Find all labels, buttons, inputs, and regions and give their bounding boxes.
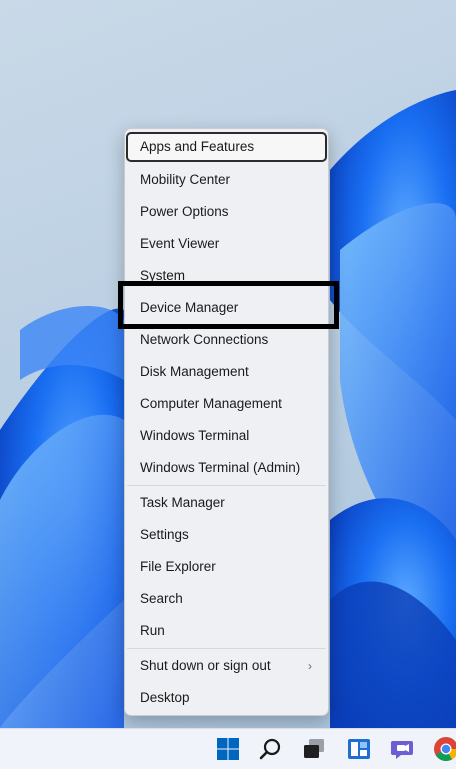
- teams-chat-icon[interactable]: [389, 735, 417, 763]
- menu-item-disk-management[interactable]: Disk Management: [127, 357, 326, 387]
- menu-item-mobility-center[interactable]: Mobility Center: [127, 165, 326, 195]
- menu-item-event-viewer[interactable]: Event Viewer: [127, 229, 326, 259]
- menu-item-power-options[interactable]: Power Options: [127, 197, 326, 227]
- menu-item-desktop[interactable]: Desktop: [127, 683, 326, 713]
- chrome-icon[interactable]: [432, 735, 456, 763]
- menu-item-windows-terminal[interactable]: Windows Terminal: [127, 421, 326, 451]
- menu-item-windows-terminal-admin[interactable]: Windows Terminal (Admin): [127, 453, 326, 483]
- taskbar: [0, 728, 456, 769]
- chevron-right-icon: ›: [308, 659, 312, 673]
- menu-item-settings[interactable]: Settings: [127, 520, 326, 550]
- menu-item-search[interactable]: Search: [127, 584, 326, 614]
- search-icon[interactable]: [257, 735, 285, 763]
- menu-item-apps-and-features[interactable]: Apps and Features: [126, 132, 327, 162]
- task-view-icon[interactable]: [300, 735, 328, 763]
- menu-item-computer-management[interactable]: Computer Management: [127, 389, 326, 419]
- menu-item-network-connections[interactable]: Network Connections: [127, 325, 326, 355]
- menu-item-file-explorer[interactable]: File Explorer: [127, 552, 326, 582]
- highlight-annotation-box: [118, 281, 339, 329]
- menu-separator: [127, 648, 326, 649]
- menu-separator: [127, 485, 326, 486]
- menu-item-run[interactable]: Run: [127, 616, 326, 646]
- menu-item-shut-down-or-sign-out[interactable]: Shut down or sign out ›: [127, 651, 326, 681]
- menu-item-task-manager[interactable]: Task Manager: [127, 488, 326, 518]
- windows-start-icon[interactable]: [214, 735, 242, 763]
- quick-link-menu: Apps and Features Mobility Center Power …: [124, 128, 329, 716]
- widgets-icon[interactable]: [345, 735, 373, 763]
